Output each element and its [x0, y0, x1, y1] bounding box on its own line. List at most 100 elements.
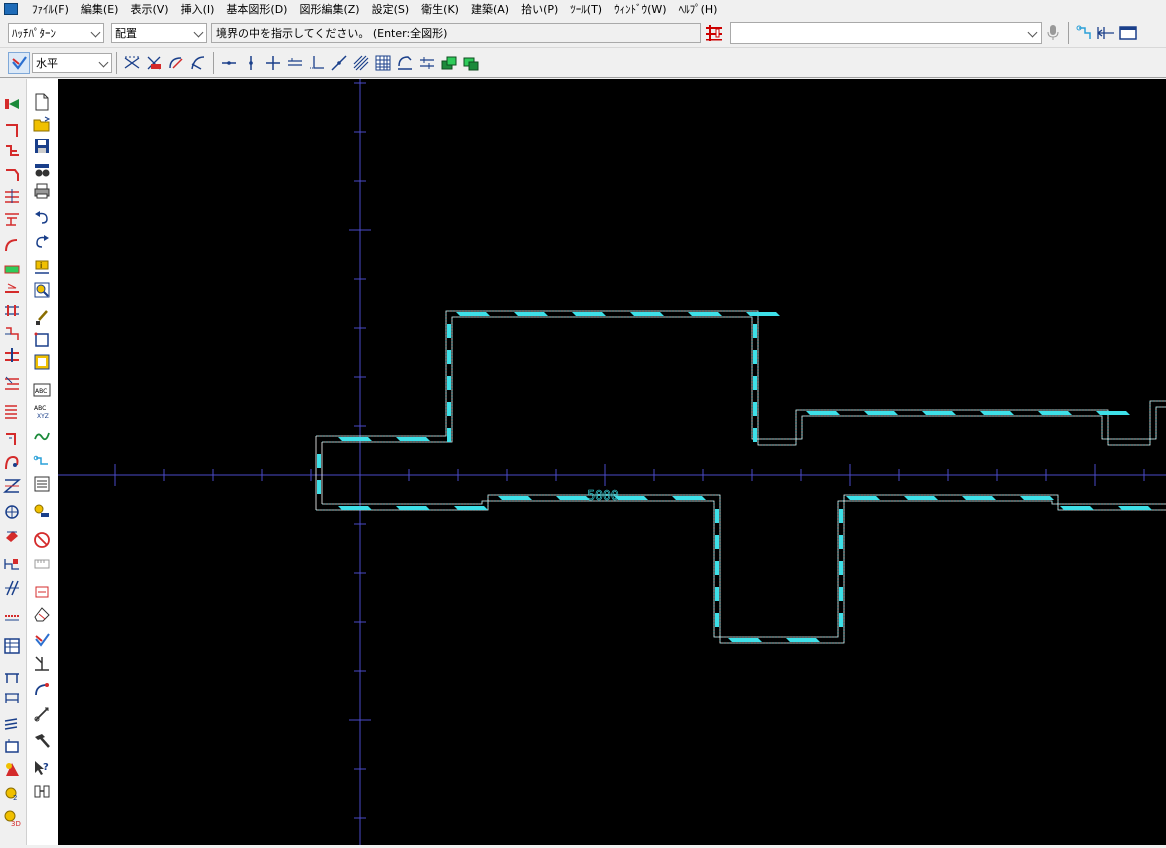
text-abc-icon[interactable]: ABC	[33, 381, 51, 399]
branch-icon[interactable]	[3, 143, 21, 161]
help-icon[interactable]: ?	[33, 759, 51, 777]
snake-icon[interactable]	[33, 427, 51, 445]
menu-settings[interactable]: 設定(S)	[366, 1, 416, 17]
menu-shape-edit[interactable]: 図形編集(Z)	[293, 1, 365, 17]
info-icon[interactable]: i	[33, 259, 51, 277]
hatch-edit-button[interactable]	[394, 52, 416, 74]
trap-icon[interactable]	[3, 453, 21, 471]
line-icon[interactable]	[33, 452, 51, 470]
bend-icon[interactable]	[3, 165, 21, 183]
hatch-tool-1-button[interactable]	[121, 52, 143, 74]
circle-valve-icon[interactable]	[3, 503, 21, 521]
hatch-tool-4-button[interactable]	[187, 52, 209, 74]
eraser-icon[interactable]	[33, 605, 51, 623]
joint-icon[interactable]	[3, 302, 21, 320]
curve-pipe-icon[interactable]	[3, 236, 21, 254]
pin-icon[interactable]	[33, 503, 51, 521]
command-prompt: 境界の中を指示してください。 (Enter:全図形)	[211, 22, 701, 43]
gate-valve-icon[interactable]	[3, 554, 21, 572]
measure-icon[interactable]	[33, 705, 51, 723]
menu-tools[interactable]: ﾂｰﾙ(T)	[564, 1, 608, 17]
mark-icon[interactable]	[3, 760, 21, 778]
menu-file[interactable]: ﾌｧｲﾙ(F)	[26, 1, 75, 17]
diagonal-line-button[interactable]	[328, 52, 350, 74]
grid-hatch-button[interactable]	[372, 52, 394, 74]
tee-icon[interactable]	[3, 187, 21, 205]
list-icon[interactable]	[33, 475, 51, 493]
dash-icon[interactable]	[3, 609, 21, 627]
no-entry-icon[interactable]	[33, 531, 51, 549]
tag-icon[interactable]	[33, 583, 51, 601]
save-icon[interactable]	[33, 137, 51, 155]
menu-sanitary[interactable]: 衛生(K)	[415, 1, 465, 17]
fixture-icon[interactable]	[3, 667, 21, 685]
hatch-check-icon[interactable]	[33, 631, 51, 649]
hatch-mode-button[interactable]	[8, 51, 30, 74]
equipment-icon[interactable]	[3, 260, 21, 278]
frame-icon[interactable]	[33, 353, 51, 371]
cross-line-button[interactable]	[262, 52, 284, 74]
drawing-canvas[interactable]: 5000	[58, 79, 1166, 845]
perpendicular-icon[interactable]	[33, 654, 51, 672]
hatch-flip-button[interactable]	[416, 52, 438, 74]
diagonal-hatch-button[interactable]	[350, 52, 372, 74]
text-xyz-icon[interactable]: ABCXYZ	[33, 403, 51, 421]
green-block-2-button[interactable]	[460, 52, 482, 74]
menu-help[interactable]: ﾍﾙﾌﾟ(H)	[673, 1, 724, 17]
menu-basic-shapes[interactable]: 基本図形(D)	[220, 1, 293, 17]
snap-button[interactable]	[1073, 22, 1095, 44]
gear-3d-icon[interactable]: 3D	[3, 809, 21, 827]
microphone-button[interactable]	[1042, 22, 1064, 44]
stair-icon[interactable]	[3, 402, 21, 420]
brush-icon[interactable]	[33, 309, 51, 327]
valve-icon[interactable]	[3, 95, 21, 113]
hanger-icon[interactable]	[3, 375, 21, 393]
hammer-icon[interactable]	[33, 732, 51, 750]
print-icon[interactable]	[33, 182, 51, 200]
menu-architecture[interactable]: 建築(A)	[465, 1, 515, 17]
ruler-icon[interactable]	[33, 555, 51, 573]
hatch-tool-2-button[interactable]	[143, 52, 165, 74]
table-icon[interactable]	[3, 637, 21, 655]
scale-icon[interactable]	[33, 782, 51, 800]
command-input[interactable]	[730, 21, 1042, 44]
menu-view[interactable]: 表示(V)	[124, 1, 174, 17]
menu-window[interactable]: ｳｨﾝﾄﾞｳ(W)	[608, 1, 672, 17]
elbow-icon[interactable]	[3, 121, 21, 139]
horizontal-line-button[interactable]	[218, 52, 240, 74]
fitting-icon[interactable]	[3, 209, 21, 227]
reducer-icon[interactable]	[3, 280, 21, 298]
corner-line-button[interactable]	[306, 52, 328, 74]
placement-select[interactable]: 配置	[111, 22, 207, 43]
layer-icon[interactable]	[3, 715, 21, 733]
direction-select[interactable]: 水平	[32, 52, 112, 73]
vertical-line-button[interactable]	[240, 52, 262, 74]
riser-icon[interactable]	[3, 346, 21, 364]
gear-icon[interactable]: 2	[3, 784, 21, 802]
find-icon[interactable]	[33, 161, 51, 179]
menu-takeoff[interactable]: 拾い(P)	[515, 1, 564, 17]
menu-edit[interactable]: 編集(E)	[75, 1, 125, 17]
zoom-icon[interactable]	[33, 281, 51, 299]
bath-icon[interactable]	[3, 688, 21, 706]
redo-icon[interactable]	[33, 233, 51, 251]
green-block-1-button[interactable]	[438, 52, 460, 74]
flange-icon[interactable]	[3, 324, 21, 342]
new-file-icon[interactable]	[33, 93, 51, 111]
open-folder-icon[interactable]	[33, 115, 51, 133]
hatch-tool-3-button[interactable]	[165, 52, 187, 74]
arc-icon[interactable]	[33, 681, 51, 699]
square-icon[interactable]	[33, 331, 51, 349]
undo-icon[interactable]	[33, 209, 51, 227]
slash-icon[interactable]	[3, 579, 21, 597]
hatch-settings-button[interactable]	[703, 22, 725, 44]
pump-icon[interactable]	[3, 526, 21, 544]
hatch-pattern-select[interactable]: ﾊｯﾁﾊﾟﾀｰﾝ	[8, 22, 104, 43]
bracket-icon[interactable]	[3, 737, 21, 755]
pipe-bend-icon[interactable]	[3, 429, 21, 447]
layout-button[interactable]	[1117, 22, 1139, 44]
double-line-button[interactable]	[284, 52, 306, 74]
dimension-button[interactable]	[1095, 22, 1117, 44]
cross-icon[interactable]	[3, 477, 21, 495]
menu-insert[interactable]: 挿入(I)	[175, 1, 221, 17]
